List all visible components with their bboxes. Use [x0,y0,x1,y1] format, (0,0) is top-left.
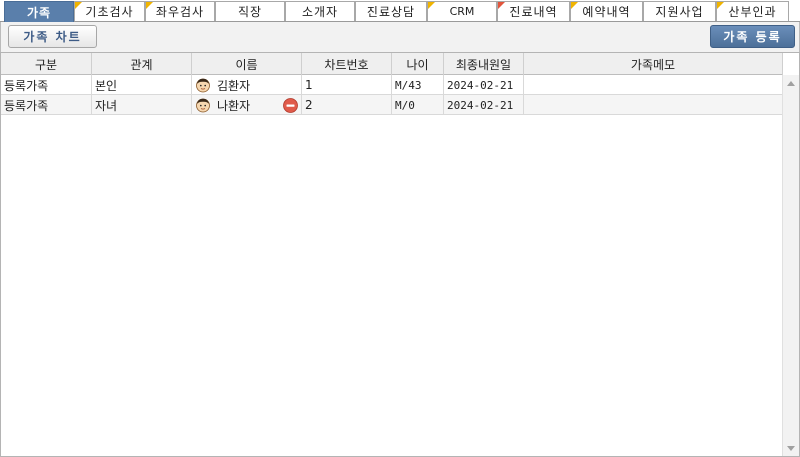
tab-flag-icon [428,2,435,9]
toolbar: 가족 차트 가족 등록 [0,22,800,52]
tab-flag-icon [75,2,82,9]
tab-flag-icon [146,2,153,9]
tab-workplace[interactable]: 직장 [215,1,285,21]
table-row[interactable]: 등록가족 자녀 나환자 2 M/0 2024-02-21 [1,95,783,115]
cell-age: M/43 [392,75,444,95]
tab-family-label: 가족 [26,5,52,20]
cell-chart-number: 1 [302,75,392,95]
tab-basic-exam[interactable]: 기초검사 [74,1,145,21]
cell-relation: 자녀 [92,95,192,115]
cell-memo[interactable] [524,75,783,95]
tab-basic-exam-label: 기초검사 [85,5,134,19]
column-header-age[interactable]: 나이 [392,53,444,75]
tab-bilateral-exam[interactable]: 좌우검사 [145,1,215,21]
tab-treatment-history-label: 진료내역 [509,5,558,19]
tab-referrer-label: 소개자 [301,5,339,19]
column-header-relation[interactable]: 관계 [92,53,192,75]
tab-crm-label: CRM [449,5,475,18]
tab-obstetrics[interactable]: 산부인과 [716,1,789,21]
family-chart-button[interactable]: 가족 차트 [8,25,97,48]
tab-crm[interactable]: CRM [427,1,497,21]
tab-flag-icon [498,2,505,9]
column-header-memo[interactable]: 가족메모 [524,53,783,75]
tab-bilateral-exam-label: 좌우검사 [155,5,205,19]
tab-support-program[interactable]: 지원사업 [643,1,716,21]
remove-family-icon[interactable] [283,97,298,113]
column-header-chart-number[interactable]: 차트번호 [302,53,392,75]
cell-age: M/0 [392,95,444,115]
tab-workplace-label: 직장 [237,5,263,19]
tab-support-program-label: 지원사업 [655,5,704,19]
tab-reservation-history-label: 예약내역 [582,5,631,19]
cell-relation: 본인 [92,75,192,95]
tab-consultation-label: 진료상담 [366,5,416,19]
tab-referrer[interactable]: 소개자 [285,1,355,21]
tab-flag-icon [571,2,578,9]
scroll-down-arrow-icon[interactable] [783,440,799,456]
family-grid: 구분 관계 이름 차트번호 나이 최종내원일 가족메모 등록가족 본인 김환자 … [0,52,800,457]
family-register-button[interactable]: 가족 등록 [710,25,795,48]
tab-family[interactable]: 가족 [4,1,74,22]
patient-avatar-icon [196,78,210,93]
cell-last-visit: 2024-02-21 [444,75,524,95]
tab-treatment-history[interactable]: 진료내역 [497,1,570,21]
cell-name: 김환자 [192,75,302,95]
column-header-name[interactable]: 이름 [192,53,302,75]
vertical-scrollbar[interactable] [782,75,799,456]
patient-name: 김환자 [217,78,251,93]
tab-obstetrics-label: 산부인과 [728,5,777,19]
grid-header: 구분 관계 이름 차트번호 나이 최종내원일 가족메모 [1,53,783,75]
tab-reservation-history[interactable]: 예약내역 [570,1,643,21]
cell-last-visit: 2024-02-21 [444,95,524,115]
cell-type: 등록가족 [1,95,92,115]
cell-type: 등록가족 [1,75,92,95]
tab-consultation[interactable]: 진료상담 [355,1,427,21]
cell-memo[interactable] [524,95,783,115]
patient-name: 나환자 [217,98,251,113]
scroll-up-arrow-icon[interactable] [783,75,799,91]
patient-avatar-icon [196,98,210,113]
column-header-type[interactable]: 구분 [1,53,92,75]
tab-bar: 가족 기초검사 좌우검사 직장 소개자 진료상담 CRM 진료내역 예약내역 지… [0,0,800,22]
table-row[interactable]: 등록가족 본인 김환자 1 M/43 2024-02-21 [1,75,783,95]
cell-name: 나환자 [192,95,302,115]
column-header-last-visit[interactable]: 최종내원일 [444,53,524,75]
cell-chart-number: 2 [302,95,392,115]
tab-flag-icon [717,2,724,9]
